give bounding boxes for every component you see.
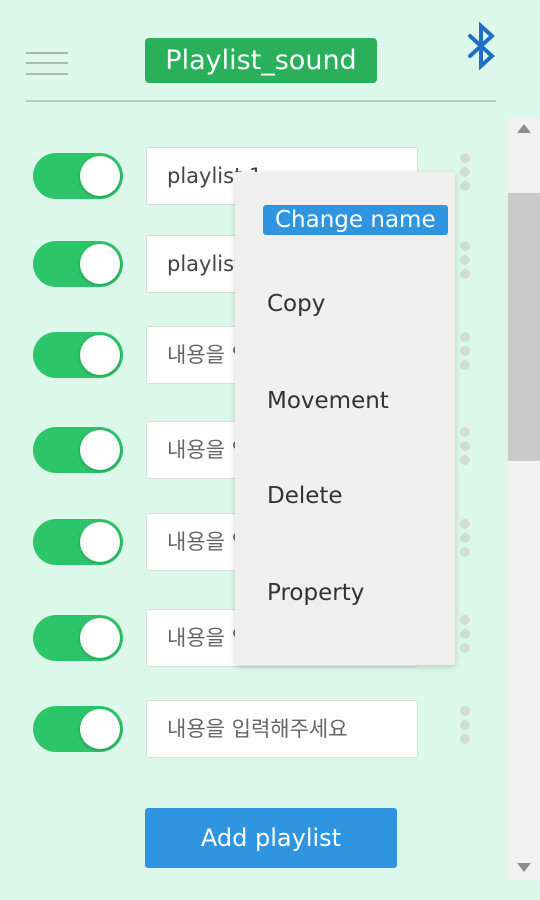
playlist-toggle[interactable] (33, 615, 123, 661)
more-options-icon[interactable] (460, 153, 472, 199)
menu-item-change-name[interactable]: Change name (263, 205, 448, 235)
scroll-down-icon[interactable] (517, 863, 531, 872)
more-options-icon[interactable] (460, 332, 472, 378)
page-title: Playlist_sound (145, 38, 377, 83)
scroll-up-icon[interactable] (517, 124, 531, 133)
playlist-toggle[interactable] (33, 332, 123, 378)
more-options-icon[interactable] (460, 615, 472, 661)
playlist-name-field[interactable]: 내용을 입력해주세요 (146, 700, 418, 758)
more-options-icon[interactable] (460, 427, 472, 473)
menu-item-property[interactable]: Property (267, 580, 364, 606)
more-options-icon[interactable] (460, 519, 472, 565)
add-playlist-button[interactable]: Add playlist (145, 808, 397, 868)
scroll-thumb[interactable] (508, 193, 540, 461)
playlist-toggle[interactable] (33, 241, 123, 287)
bluetooth-icon[interactable] (462, 21, 502, 71)
context-menu: Change name Copy Movement Delete Propert… (235, 172, 455, 665)
menu-item-delete[interactable]: Delete (267, 483, 343, 509)
playlist-toggle[interactable] (33, 706, 123, 752)
playlist-toggle[interactable] (33, 519, 123, 565)
menu-item-copy[interactable]: Copy (267, 291, 325, 317)
more-options-icon[interactable] (460, 241, 472, 287)
header-divider (26, 100, 496, 102)
playlist-row: 내용을 입력해주세요 (0, 700, 500, 760)
playlist-toggle[interactable] (33, 427, 123, 473)
more-options-icon[interactable] (460, 706, 472, 752)
hamburger-icon[interactable] (26, 50, 68, 76)
vertical-scrollbar[interactable] (508, 118, 540, 880)
playlist-toggle[interactable] (33, 153, 123, 199)
menu-item-movement[interactable]: Movement (267, 388, 389, 414)
